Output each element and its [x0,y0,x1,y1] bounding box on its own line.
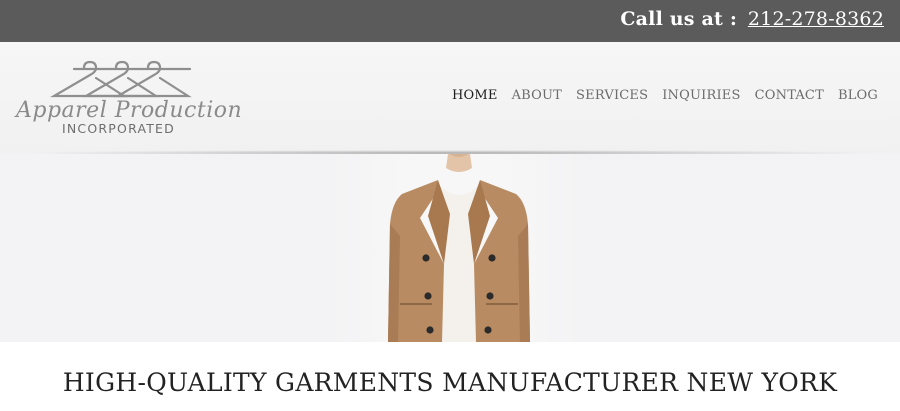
site-header: Apparel Production INCORPORATED HOME ABO… [0,42,900,154]
hero-banner [0,154,900,342]
site-logo[interactable]: Apparel Production INCORPORATED [14,60,242,140]
logo-script-text: Apparel Production [16,98,243,123]
main-nav: HOME ABOUT SERVICES INQUIRIES CONTACT BL… [452,88,878,103]
nav-item-blog[interactable]: BLOG [838,88,878,103]
page-headline: HIGH-QUALITY GARMENTS MANUFACTURER NEW Y… [62,368,838,397]
nav-item-home[interactable]: HOME [452,88,498,103]
phone-link[interactable]: 212-278-8362 [748,8,884,30]
call-label: Call us at : [620,8,738,30]
nav-item-inquiries[interactable]: INQUIRIES [662,88,740,103]
logo-sub-text: INCORPORATED [62,121,175,136]
nav-item-services[interactable]: SERVICES [576,88,648,103]
top-bar: Call us at : 212-278-8362 [0,0,900,42]
call-us: Call us at : 212-278-8362 [620,8,884,30]
nav-item-contact[interactable]: CONTACT [755,88,824,103]
model-in-camel-coat-image [388,154,530,342]
nav-item-about[interactable]: ABOUT [512,88,562,103]
